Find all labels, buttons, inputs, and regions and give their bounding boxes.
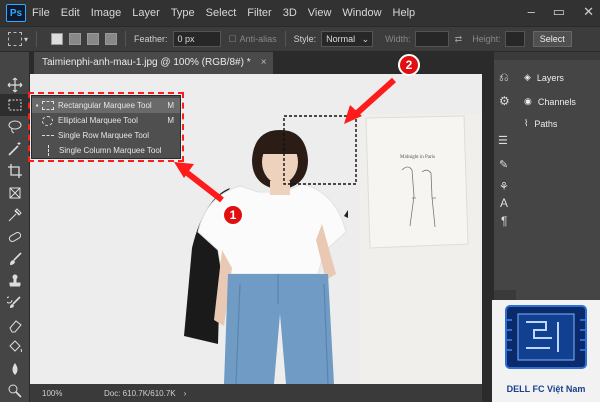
antialias-label: Anti-alias [239,34,277,44]
new-selection-icon[interactable] [51,33,64,45]
chevron-down-icon: ⌄ [361,34,370,44]
channels-label: Channels [537,96,576,107]
brand-name: DELL FC Việt Nam [506,384,586,394]
marquee-preset-icon[interactable] [8,32,22,46]
history-panel-icon[interactable]: ⎌ [499,70,509,85]
adjustments-panel-icon[interactable]: ☰ [498,134,508,147]
chip-logo [505,305,587,369]
artwork-caption: Midnight in Paris [400,155,435,160]
frame-tool-icon[interactable] [0,182,30,204]
document-tab[interactable]: Taimienphi-anh-mau-1.jpg @ 100% (RGB/8#)… [34,52,273,74]
feather-input[interactable]: 0 px [172,31,221,47]
annotation-highlight-box [28,92,184,162]
healing-brush-icon[interactable] [0,226,30,248]
height-label: Height: [472,34,501,44]
separator [36,31,38,47]
document-size[interactable]: Doc: 610.7K/610.7K [104,389,176,398]
preset-dropdown-icon[interactable]: ▾ [24,35,28,44]
brand-watermark: DELL FC Việt Nam [492,300,600,402]
marquee-tool-icon[interactable] [0,94,30,116]
paint-bucket-icon[interactable] [0,336,30,358]
menu-window[interactable]: Window [342,7,381,19]
eraser-tool-icon[interactable] [0,314,30,336]
menu-view[interactable]: View [308,7,332,19]
brush-tool-icon[interactable] [0,248,30,270]
status-bar: 100% Doc: 610.7K/610.7K › [30,384,482,402]
width-input[interactable] [414,31,449,47]
menu-file[interactable]: File [32,7,50,19]
menu-edit[interactable]: Edit [61,7,80,19]
minimize-icon[interactable]: – [528,4,535,20]
photoshop-logo: Ps [6,4,26,22]
menu-type[interactable]: Type [171,7,195,19]
menu-bar: Ps File Edit Image Layer Type Select Fil… [0,0,600,26]
menu-3d[interactable]: 3D [283,7,297,19]
panel-channels[interactable]: ◉ Channels [524,96,576,107]
paths-label: Paths [534,118,558,129]
character-panel-icon[interactable]: A [500,196,508,210]
crop-tool-icon[interactable] [0,160,30,182]
dodge-tool-icon[interactable] [0,380,30,402]
callout-2: 2 [398,54,420,76]
menu-layer[interactable]: Layer [132,7,160,19]
callout-1: 1 [222,204,244,226]
tools-panel [0,52,30,402]
antialias-checkbox[interactable]: ☐ [229,34,237,45]
history-brush-icon[interactable] [0,292,30,314]
status-arrow-icon[interactable]: › [184,389,187,398]
layers-label: Layers [536,72,564,83]
menu-filter[interactable]: Filter [247,7,271,19]
photoshop-window: Ps File Edit Image Layer Type Select Fil… [0,0,600,402]
style-label: Style: [293,34,317,44]
options-bar: ▾ Feather: 0 px ☐ Anti-alias Style: Norm… [0,26,600,52]
separator [125,31,127,47]
move-tool-icon[interactable] [0,74,30,96]
properties-panel-icon[interactable]: ⚙ [499,94,510,108]
paths-icon: ⌇ [524,118,529,128]
width-label: Width: [385,34,411,44]
menu-image[interactable]: Image [91,7,122,19]
style-select[interactable]: Normal ⌄ [321,31,374,47]
brush-settings-icon[interactable]: ✎ [499,158,508,171]
menu-help[interactable]: Help [393,7,416,19]
clone-stamp-icon[interactable] [0,270,30,292]
channels-icon: ◉ [524,96,532,106]
paragraph-panel-icon[interactable]: ¶ [501,214,507,228]
subtract-selection-icon[interactable] [87,33,100,45]
layers-icon: ◈ [524,72,531,82]
blur-tool-icon[interactable] [0,358,30,380]
style-value: Normal [326,34,356,44]
select-and-mask-button[interactable]: Select [532,31,572,47]
document-tab-title: Taimienphi-anh-mau-1.jpg @ 100% (RGB/8#)… [42,57,251,68]
maximize-icon[interactable]: ▭ [553,4,565,20]
collapsed-panel-icons: ⎌ ⚙ ☰ ✎ ⚘ A ¶ [494,60,516,290]
menu-select[interactable]: Select [206,7,237,19]
swap-icon[interactable]: ⇄ [455,34,463,45]
window-controls: – ▭ ✕ [528,4,594,20]
magic-wand-icon[interactable] [0,138,30,160]
lasso-tool-icon[interactable] [0,116,30,138]
panel-layers[interactable]: ◈ Layers [524,72,564,83]
separator [284,31,286,47]
zoom-level[interactable]: 100% [42,389,82,398]
close-icon[interactable]: ✕ [583,4,594,20]
eyedropper-icon[interactable] [0,204,30,226]
panel-paths[interactable]: ⌇ Paths [524,118,557,129]
intersect-selection-icon[interactable] [105,33,118,45]
feather-label: Feather: [134,34,168,44]
tab-close-icon[interactable]: × [261,52,267,74]
add-to-selection-icon[interactable] [69,33,82,45]
clone-source-icon[interactable]: ⚘ [499,180,509,193]
height-input[interactable] [504,31,525,47]
sketch-artwork [365,115,469,249]
